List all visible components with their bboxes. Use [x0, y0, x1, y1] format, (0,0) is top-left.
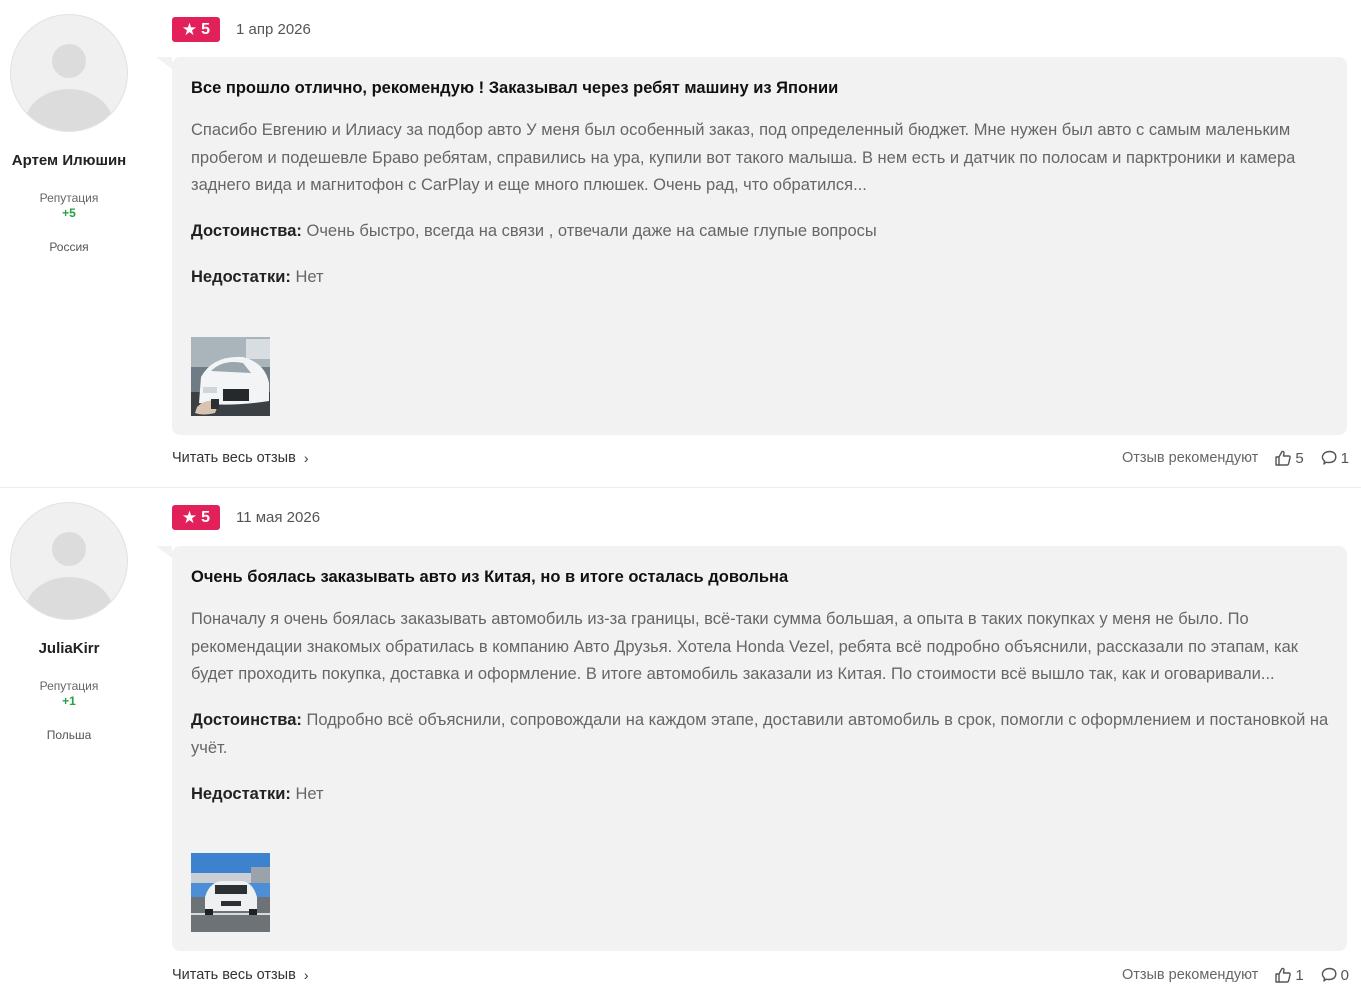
- thumbs-up-icon: [1275, 450, 1292, 466]
- review-body[interactable]: Все прошло отлично, рекомендую ! Заказыв…: [156, 57, 1347, 435]
- comment-icon: [1321, 450, 1337, 465]
- like-button[interactable]: 1: [1274, 966, 1304, 984]
- review-card: JuliaKirr Репутация +1 Польша ★ 5 11 мая…: [0, 488, 1361, 1003]
- reputation-value: +1: [62, 694, 76, 708]
- review-date: 11 мая 2026: [236, 509, 321, 526]
- comments-count: 1: [1340, 449, 1349, 467]
- recommend-label: Отзыв рекомендуют: [1121, 450, 1259, 466]
- likes-count: 1: [1295, 966, 1304, 984]
- review-card: Артем Илюшин Репутация +5 Россия ★ 5 1 а…: [0, 0, 1361, 488]
- review-photo-thumbnail[interactable]: [191, 337, 270, 416]
- review-cons: Недостатки: Нет: [191, 264, 1331, 292]
- author-name[interactable]: Артем Илюшин: [0, 152, 138, 169]
- rating-value: 5: [201, 508, 211, 526]
- read-full-review-link[interactable]: Читать весь отзыв ›: [172, 450, 308, 466]
- review-footer: Читать весь отзыв › Отзыв рекомендуют 5 …: [172, 448, 1349, 468]
- cons-label: Недостатки:: [191, 267, 291, 286]
- star-icon: ★: [181, 508, 198, 527]
- thumbs-up-icon: [1275, 967, 1292, 983]
- review-pros: Достоинства: Очень быстро, всегда на свя…: [191, 218, 1331, 246]
- recommend-label: Отзыв рекомендуют: [1121, 967, 1259, 983]
- review-body[interactable]: Очень боялась заказывать авто из Китая, …: [156, 546, 1347, 951]
- pros-text: Подробно всё объяснили, сопровождали на …: [191, 711, 1329, 757]
- review-meta: ★ 5 1 апр 2026: [172, 17, 311, 42]
- comments-count: 0: [1340, 966, 1349, 984]
- star-icon: ★: [181, 20, 198, 39]
- review-text: Спасибо Евгению и Илиасу за подбор авто …: [191, 121, 1296, 195]
- review-title[interactable]: Все прошло отлично, рекомендую ! Заказыв…: [191, 77, 1331, 99]
- comment-icon: [1321, 967, 1337, 982]
- rating-value: 5: [201, 20, 211, 38]
- review-title[interactable]: Очень боялась заказывать авто из Китая, …: [191, 566, 1331, 588]
- reputation-label: Репутация: [39, 679, 99, 693]
- chevron-right-icon: ›: [303, 967, 309, 983]
- author-country: Россия: [49, 240, 89, 254]
- likes-count: 5: [1295, 449, 1304, 467]
- author-panel: JuliaKirr Репутация +1 Польша: [0, 502, 138, 742]
- read-full-review-link[interactable]: Читать весь отзыв ›: [172, 967, 308, 983]
- review-meta: ★ 5 11 мая 2026: [172, 505, 320, 530]
- reputation-label: Репутация: [39, 191, 99, 205]
- review-text: Поначалу я очень боялась заказывать авто…: [191, 610, 1298, 684]
- review-date: 1 апр 2026: [236, 21, 311, 38]
- author-country: Польша: [46, 728, 92, 742]
- avatar[interactable]: [10, 502, 128, 620]
- cons-label: Недостатки:: [191, 784, 291, 803]
- avatar[interactable]: [10, 14, 128, 132]
- review-cons: Недостатки: Нет: [191, 781, 1331, 809]
- pros-label: Достоинства:: [191, 711, 302, 730]
- cons-text: Нет: [295, 784, 324, 803]
- review-pros: Достоинства: Подробно всё объяснили, соп…: [191, 707, 1331, 762]
- read-more-label: Читать весь отзыв: [172, 967, 296, 983]
- pros-label: Достоинства:: [191, 222, 302, 241]
- comments-button[interactable]: 0: [1320, 966, 1349, 984]
- rating-badge: ★ 5: [172, 505, 220, 530]
- author-name[interactable]: JuliaKirr: [0, 640, 138, 657]
- review-photo-thumbnail[interactable]: [191, 853, 270, 932]
- cons-text: Нет: [295, 267, 324, 286]
- chevron-right-icon: ›: [303, 450, 309, 466]
- rating-badge: ★ 5: [172, 17, 220, 42]
- reputation-value: +5: [62, 206, 76, 220]
- read-more-label: Читать весь отзыв: [172, 450, 296, 466]
- review-footer: Читать весь отзыв › Отзыв рекомендуют 1 …: [172, 965, 1349, 985]
- comments-button[interactable]: 1: [1320, 449, 1349, 467]
- like-button[interactable]: 5: [1274, 449, 1304, 467]
- pros-text: Очень быстро, всегда на связи , отвечали…: [306, 222, 877, 241]
- author-panel: Артем Илюшин Репутация +5 Россия: [0, 14, 138, 254]
